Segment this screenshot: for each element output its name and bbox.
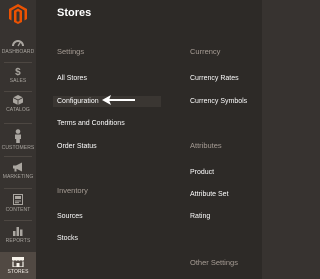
person-icon (15, 129, 21, 143)
link-currency-rates[interactable]: Currency Rates (190, 75, 239, 82)
link-all-stores[interactable]: All Stores (57, 75, 87, 82)
nav-content[interactable]: CONTENT (0, 194, 36, 213)
dollar-icon: $ (15, 67, 21, 76)
link-attribute-set[interactable]: Attribute Set (190, 191, 229, 198)
storefront-icon (12, 257, 24, 267)
nav-catalog[interactable]: CATALOG (0, 95, 36, 113)
section-title-other-settings: Other Settings (190, 258, 238, 267)
stores-menu-panel: Stores Settings All Stores Configuration… (36, 0, 262, 279)
nav-label: CONTENT (5, 207, 31, 213)
divider (4, 91, 32, 92)
divider (4, 188, 32, 189)
nav-stores[interactable]: STORES (0, 252, 36, 279)
pointer-arrow-icon (102, 95, 135, 105)
nav-label: DASHBOARD (1, 49, 35, 55)
nav-label: CUSTOMERS (1, 145, 35, 151)
divider (4, 62, 32, 63)
dashboard-icon (12, 40, 24, 47)
divider (4, 156, 32, 157)
admin-sidebar: DASHBOARD $ SALES CATALOG CUSTOMERS MARK… (0, 0, 36, 279)
nav-customers[interactable]: CUSTOMERS (0, 129, 36, 151)
divider (4, 123, 32, 124)
svg-text:$: $ (15, 67, 21, 76)
bar-chart-icon (13, 227, 23, 236)
nav-label: MARKETING (2, 174, 34, 180)
divider (4, 220, 32, 221)
nav-label: SALES (9, 78, 27, 84)
nav-reports[interactable]: REPORTS (0, 226, 36, 244)
box-icon (13, 95, 23, 105)
link-rating[interactable]: Rating (190, 213, 210, 220)
panel-title: Stores (57, 7, 92, 19)
nav-label: REPORTS (5, 238, 31, 244)
content-icon (13, 194, 23, 205)
nav-label: CATALOG (6, 107, 30, 113)
section-title-currency: Currency (190, 47, 221, 56)
link-sources[interactable]: Sources (57, 213, 83, 220)
nav-marketing[interactable]: MARKETING (0, 162, 36, 180)
link-order-status[interactable]: Order Status (57, 143, 97, 150)
magento-logo-icon (9, 4, 27, 24)
nav-dashboard[interactable]: DASHBOARD (0, 38, 36, 55)
section-title-settings: Settings (57, 47, 85, 56)
link-currency-symbols[interactable]: Currency Symbols (190, 98, 247, 105)
link-product[interactable]: Product (190, 169, 214, 176)
link-terms-and-conditions[interactable]: Terms and Conditions (57, 120, 125, 127)
nav-sales[interactable]: $ SALES (0, 66, 36, 84)
link-stocks[interactable]: Stocks (57, 235, 78, 242)
nav-label: STORES (7, 269, 29, 275)
section-title-attributes: Attributes (190, 141, 222, 150)
megaphone-icon (13, 162, 22, 172)
section-title-inventory: Inventory (57, 186, 88, 195)
